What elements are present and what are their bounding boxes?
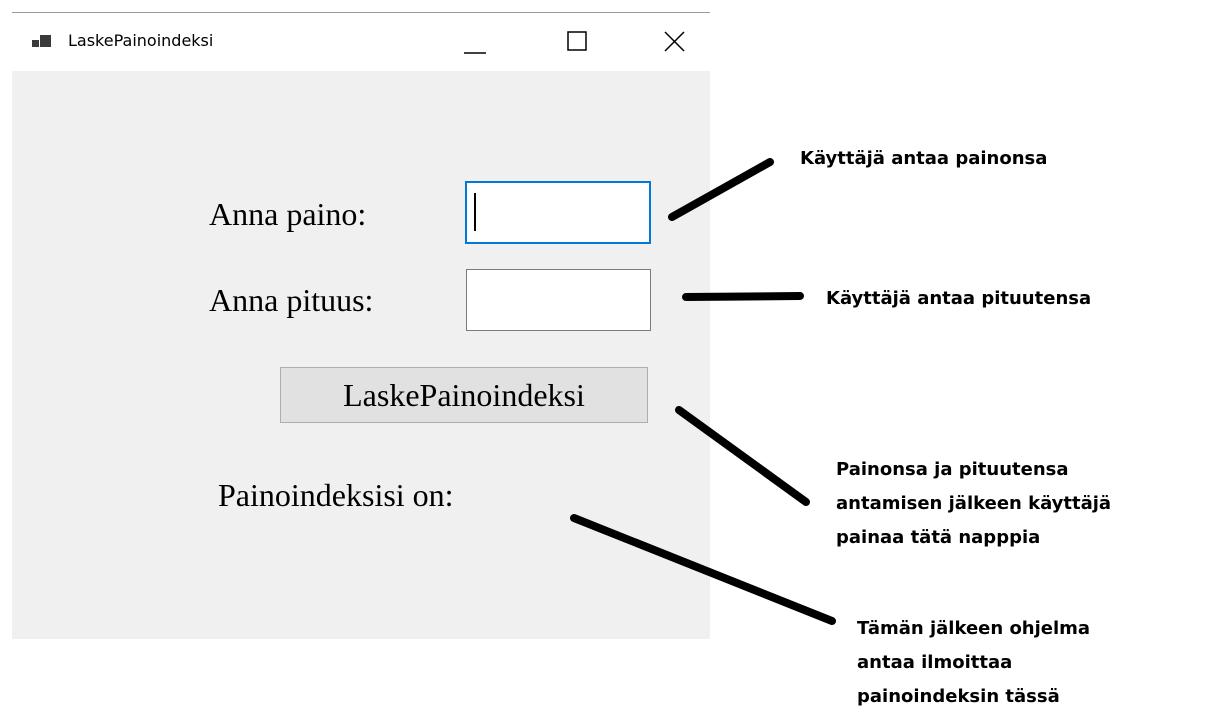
annotation-result-line-3: painoindeksin tässä <box>857 686 1060 707</box>
annotation-button-line-2: antamisen jälkeen käyttäjä <box>836 493 1112 514</box>
height-input[interactable] <box>467 270 650 330</box>
text-caret <box>474 193 476 231</box>
annotation-result-line-2: antaa ilmoittaa <box>857 652 1013 673</box>
annotation-height: Käyttäjä antaa pituutensa <box>826 288 1092 309</box>
app-window: LaskePainoindeksi Anna paino: Anna pituu… <box>12 13 710 639</box>
window-title: LaskePainoindeksi <box>68 31 214 50</box>
annotation-result-line-1: Tämän jälkeen ohjelma <box>857 618 1091 639</box>
minimize-button[interactable] <box>460 27 490 57</box>
result-label: Painoindeksisi on: <box>218 477 454 513</box>
annotation-weight: Käyttäjä antaa painonsa <box>800 148 1048 169</box>
annotation-result: Tämän jälkeen ohjelma antaa ilmoittaa pa… <box>857 612 1090 714</box>
calculate-bmi-button[interactable]: LaskePainoindeksi <box>280 367 648 423</box>
annotation-button: Painonsa ja pituutensa antamisen jälkeen… <box>836 453 1111 555</box>
maximize-button[interactable] <box>563 27 593 57</box>
minimize-icon <box>464 52 486 54</box>
height-label: Anna pituus: <box>209 282 374 318</box>
weight-input-box[interactable] <box>465 181 651 244</box>
close-button[interactable] <box>660 27 690 57</box>
annotation-button-line-1: Painonsa ja pituutensa <box>836 459 1069 480</box>
maximize-icon <box>567 31 587 51</box>
weight-input[interactable] <box>467 183 649 242</box>
close-icon <box>664 31 685 52</box>
height-input-box[interactable] <box>466 269 651 331</box>
annotation-button-line-3: painaa tätä napppia <box>836 527 1041 548</box>
form-client-area: Anna paino: Anna pituus: LaskePainoindek… <box>12 71 710 639</box>
app-window-icon <box>32 35 51 47</box>
weight-label: Anna paino: <box>209 196 367 232</box>
title-bar[interactable]: LaskePainoindeksi <box>12 13 710 71</box>
